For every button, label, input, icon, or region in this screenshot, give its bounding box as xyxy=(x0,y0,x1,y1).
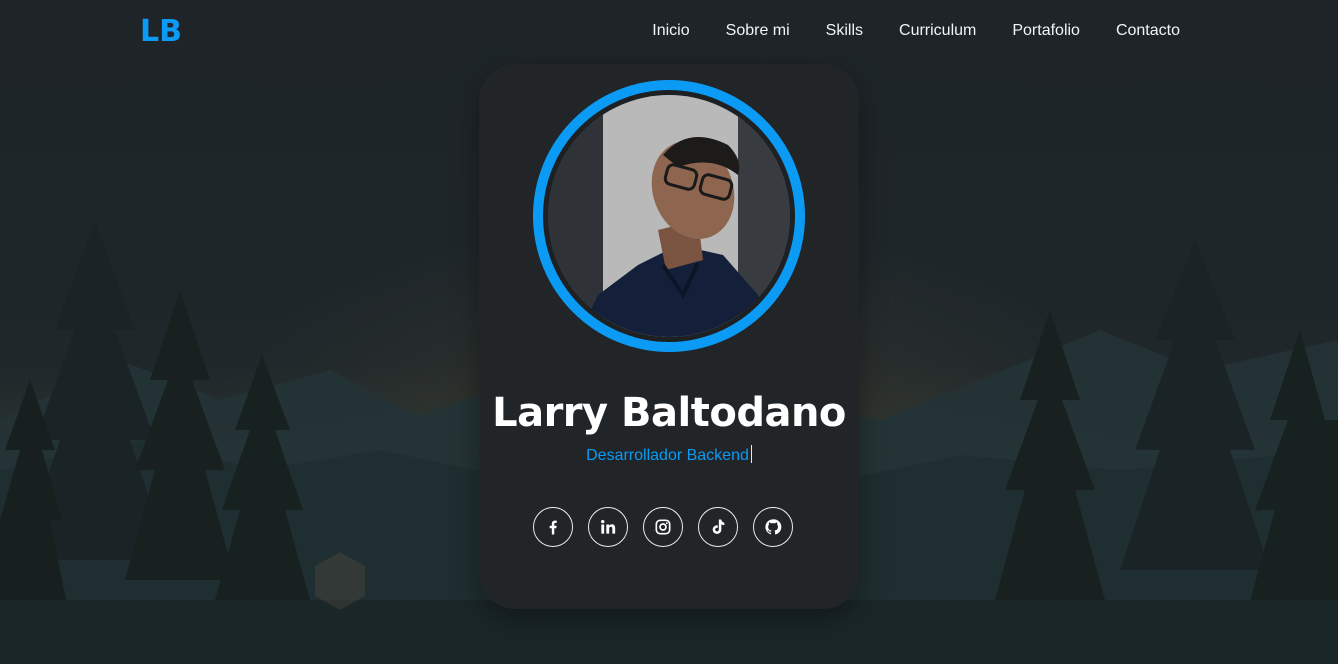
site-logo[interactable]: LB xyxy=(140,14,182,49)
typing-caret xyxy=(750,445,752,463)
tiktok-button[interactable] xyxy=(698,507,738,547)
tiktok-icon xyxy=(712,519,725,534)
profile-role-text: Desarrollador Backend xyxy=(586,447,749,464)
navbar: LB Inicio Sobre mi Skills Curriculum Por… xyxy=(0,0,1338,66)
instagram-button[interactable] xyxy=(643,507,683,547)
avatar-ring xyxy=(533,80,805,352)
linkedin-button[interactable] xyxy=(588,507,628,547)
nav-link-portafolio[interactable]: Portafolio xyxy=(1012,22,1080,40)
profile-card: Larry Baltodano Desarrollador Backend xyxy=(479,64,859,609)
avatar-border xyxy=(543,90,795,342)
github-icon xyxy=(765,519,782,535)
nav-link-curriculum[interactable]: Curriculum xyxy=(899,22,976,40)
nav-link-sobre-mi[interactable]: Sobre mi xyxy=(726,22,790,40)
nav-link-contacto[interactable]: Contacto xyxy=(1116,22,1180,40)
profile-role: Desarrollador Backend xyxy=(479,445,859,465)
social-links xyxy=(533,507,793,547)
nav-link-inicio[interactable]: Inicio xyxy=(652,22,689,40)
linkedin-icon xyxy=(601,520,616,534)
nav-links: Inicio Sobre mi Skills Curriculum Portaf… xyxy=(652,22,1180,40)
nav-link-skills[interactable]: Skills xyxy=(826,22,863,40)
github-button[interactable] xyxy=(753,507,793,547)
instagram-icon xyxy=(655,519,671,535)
facebook-button[interactable] xyxy=(533,507,573,547)
avatar xyxy=(548,95,790,337)
facebook-icon xyxy=(549,520,557,535)
profile-name: Larry Baltodano xyxy=(492,390,846,436)
